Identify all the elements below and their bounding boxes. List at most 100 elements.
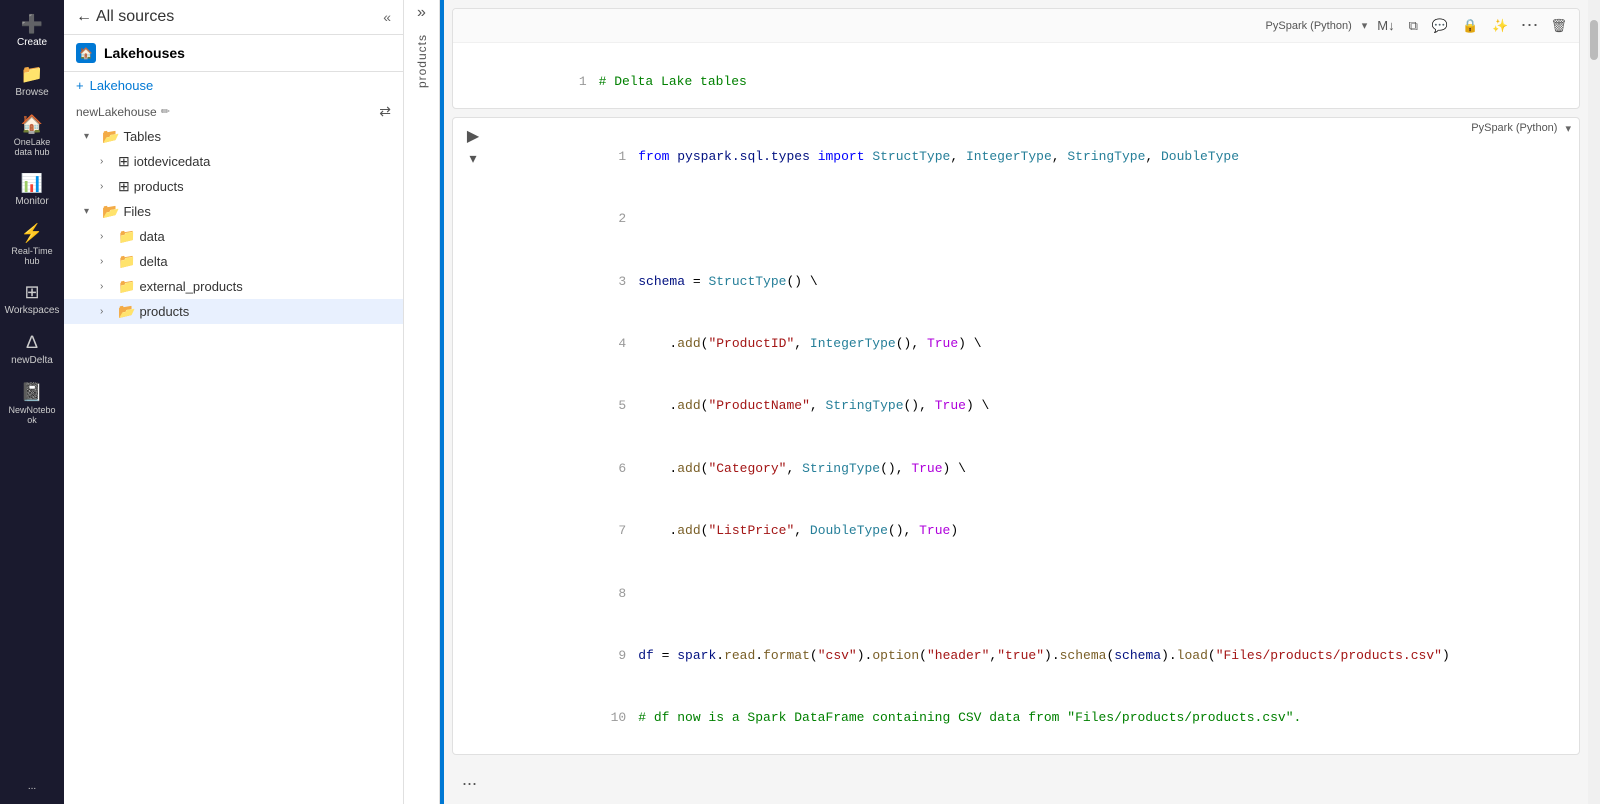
tree-item-delta[interactable]: › 📁 delta	[64, 249, 403, 274]
cell-1: PySpark (Python) ▾ M↓ ⧉ 💬 🔒 ✨ ⋯ 🗑 1# Del…	[452, 8, 1580, 109]
back-button[interactable]: ← All sources	[76, 8, 174, 26]
main-content: PySpark (Python) ▾ M↓ ⧉ 💬 🔒 ✨ ⋯ 🗑 1# Del…	[440, 0, 1600, 804]
sidebar-collapse-button[interactable]: «	[383, 9, 391, 25]
sidebar-header: ← All sources «	[64, 0, 403, 35]
nav-item-onelake[interactable]: 🏠 OneLakedata hub	[4, 108, 60, 163]
code-line-2-6: 6 .add("Category", StringType(), True) \	[493, 438, 1455, 500]
vertical-label: products	[415, 26, 429, 96]
browse-icon: 📁	[21, 64, 43, 85]
tree-label-iotdevicedata: iotdevicedata	[134, 154, 211, 169]
expand-sidebar-button[interactable]: »	[413, 0, 430, 26]
lakehouse-header: 🏠 Lakehouses	[64, 35, 403, 72]
nav-item-monitor[interactable]: 📊 Monitor	[4, 167, 60, 213]
lakehouse-icon: 🏠	[76, 43, 96, 63]
create-icon: ➕	[21, 14, 43, 35]
scrollbar-thumb[interactable]	[1590, 20, 1598, 60]
folder-files-icon: 📂	[102, 203, 119, 220]
nav-item-newdelta[interactable]: ∆ newDelta	[4, 326, 60, 372]
cell-more-button[interactable]: ...	[460, 767, 479, 792]
tree-label-products-files: products	[139, 304, 189, 319]
cells-area: PySpark (Python) ▾ M↓ ⧉ 💬 🔒 ✨ ⋯ 🗑 1# Del…	[444, 0, 1588, 804]
nav-label-create: Create	[17, 37, 47, 48]
nav-label-onelake: OneLakedata hub	[14, 137, 51, 157]
file-tree: ▾ 📂 Tables › ⊞ iotdevicedata › ⊞ product…	[64, 124, 403, 804]
chevron-data: ›	[100, 231, 114, 242]
chevron-iotdevicedata: ›	[100, 156, 114, 167]
cell-1-lang-badge: PySpark (Python)	[1266, 20, 1352, 32]
more-actions-area: ...	[452, 763, 1580, 796]
realtime-icon: ⚡	[21, 223, 43, 244]
nav-label-newdelta: newDelta	[11, 355, 53, 366]
tree-item-iotdevicedata[interactable]: › ⊞ iotdevicedata	[64, 149, 403, 174]
tree-label-delta: delta	[139, 254, 167, 269]
cell-2-body: ▶ ▾ 1from pyspark.sql.types import Struc…	[453, 118, 1579, 755]
nav-item-workspaces[interactable]: ⊞ Workspaces	[4, 276, 60, 322]
sync-button[interactable]: ⇄	[379, 103, 391, 120]
cell-1-chat-btn[interactable]: 💬	[1428, 16, 1452, 36]
expand-panel: » products	[404, 0, 440, 804]
cell-2-collapse-button[interactable]: ▾	[469, 150, 476, 167]
add-lakehouse-label: Lakehouse	[90, 78, 154, 93]
left-nav: ➕ Create 📁 Browse 🏠 OneLakedata hub 📊 Mo…	[0, 0, 64, 804]
folder-products-icon: 📂	[118, 303, 135, 320]
cell-1-lock-btn[interactable]: 🔒	[1458, 16, 1482, 36]
notebook-area: PySpark (Python) ▾ M↓ ⧉ 💬 🔒 ✨ ⋯ 🗑 1# Del…	[440, 0, 1600, 804]
more-dots: ...	[28, 781, 36, 792]
nav-item-create[interactable]: ➕ Create	[4, 8, 60, 54]
cell-2-lang-badge: PySpark (Python)	[1471, 122, 1557, 134]
cell-1-sparkle-btn[interactable]: ✨	[1488, 16, 1512, 36]
cell-2-controls: ▶ ▾	[453, 118, 493, 755]
tree-item-files[interactable]: ▾ 📂 Files	[64, 199, 403, 224]
code-line-2-4: 4 .add("ProductID", IntegerType(), True)…	[493, 313, 1455, 375]
cell-1-markdown-btn[interactable]: M↓	[1373, 16, 1398, 35]
code-line-2-11: 11display(df)	[493, 750, 1455, 755]
nav-label-workspaces: Workspaces	[5, 305, 60, 316]
cell-1-copy-btn[interactable]: ⧉	[1405, 16, 1422, 36]
workspace-label: newLakehouse ✏ ⇄	[64, 99, 403, 124]
tree-item-tables[interactable]: ▾ 📂 Tables	[64, 124, 403, 149]
lakehouse-title: Lakehouses	[104, 45, 185, 61]
nav-more[interactable]: ...	[4, 775, 60, 804]
code-line-2-8: 8	[493, 563, 1455, 625]
tree-item-external-products[interactable]: › 📁 external_products	[64, 274, 403, 299]
code-line-2-3: 3schema = StructType() \	[493, 251, 1455, 313]
folder-tables-icon: 📂	[102, 128, 119, 145]
cell-1-content: 1# Delta Lake tables 2 Use this otebooks…	[453, 43, 1579, 109]
tree-item-products-files[interactable]: › 📂 products	[64, 299, 403, 324]
chevron-tables: ▾	[84, 131, 98, 142]
folder-data-icon: 📁	[118, 228, 135, 245]
monitor-icon: 📊	[21, 173, 43, 194]
back-arrow-icon: ←	[76, 8, 92, 26]
dropdown-icon: ▾	[1362, 19, 1368, 32]
nav-item-realtime[interactable]: ⚡ Real-Timehub	[4, 217, 60, 272]
tree-item-data[interactable]: › 📁 data	[64, 224, 403, 249]
cell-1-more-btn[interactable]: ⋯	[1518, 13, 1540, 38]
nav-label-newnotebook: NewNotebook	[8, 405, 55, 425]
chevron-products-table: ›	[100, 181, 114, 192]
cell-2-run-button[interactable]: ▶	[467, 126, 479, 146]
tree-label-products-table: products	[134, 179, 184, 194]
tree-item-products-table[interactable]: › ⊞ products	[64, 174, 403, 199]
edit-icon: ✏	[161, 105, 170, 118]
folder-delta-icon: 📁	[118, 253, 135, 270]
code-line-1-1: 1# Delta Lake tables	[469, 51, 1571, 109]
cell-2: ▶ ▾ 1from pyspark.sql.types import Struc…	[452, 117, 1580, 755]
table-iotdevicedata-icon: ⊞	[118, 153, 130, 170]
notebook-icon: 📓	[21, 382, 43, 403]
cell-1-delete-btn[interactable]: 🗑	[1546, 16, 1571, 36]
chevron-delta: ›	[100, 256, 114, 267]
tree-label-data: data	[139, 229, 164, 244]
tree-label-files: Files	[123, 204, 150, 219]
right-scrollbar[interactable]	[1588, 0, 1600, 804]
add-lakehouse-button[interactable]: + Lakehouse	[64, 72, 403, 99]
code-line-2-7: 7 .add("ListPrice", DoubleType(), True)	[493, 500, 1455, 562]
tree-label-tables: Tables	[123, 129, 161, 144]
cell-1-toolbar: PySpark (Python) ▾ M↓ ⧉ 💬 🔒 ✨ ⋯ 🗑	[453, 9, 1579, 43]
nav-item-newnotebook[interactable]: 📓 NewNotebook	[4, 376, 60, 431]
tree-label-external-products: external_products	[139, 279, 242, 294]
nav-label-monitor: Monitor	[15, 196, 48, 207]
code-line-2-9: 9df = spark.read.format("csv").option("h…	[493, 625, 1455, 687]
nav-item-browse[interactable]: 📁 Browse	[4, 58, 60, 104]
cell-2-lang-badge-area: PySpark (Python) ▾	[1463, 118, 1579, 755]
chevron-files: ▾	[84, 206, 98, 217]
